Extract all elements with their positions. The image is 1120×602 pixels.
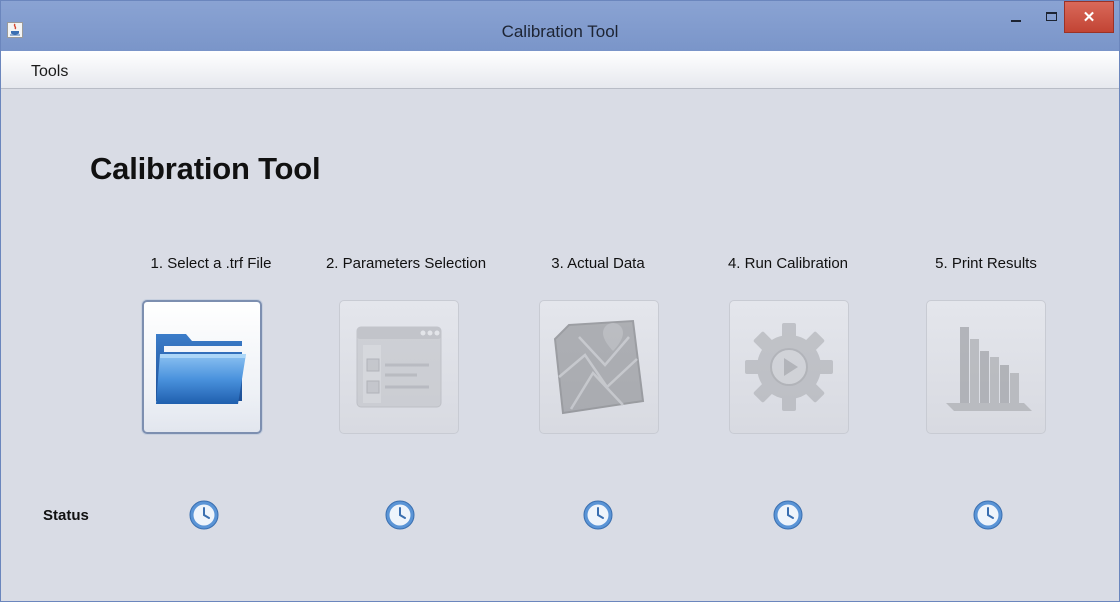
step-4-label: 4. Run Calibration — [727, 255, 849, 272]
step-4-status-clock-icon — [773, 500, 803, 530]
menu-bar: Tools — [1, 51, 1119, 89]
step-3-status-clock-icon — [583, 500, 613, 530]
close-icon: ✕ — [1082, 9, 1096, 26]
actual-data-button[interactable] — [539, 300, 659, 434]
step-3-label: 3. Actual Data — [551, 255, 645, 272]
maximize-button[interactable] — [1035, 1, 1067, 31]
step-2-label: 2. Parameters Selection — [325, 255, 487, 272]
parameters-form-icon — [356, 326, 442, 408]
main-panel: Calibration Tool 1. Select a .trf File 2… — [1, 89, 1119, 601]
folder-icon — [156, 334, 246, 404]
minimize-button[interactable] — [999, 1, 1033, 31]
step-5-status-clock-icon — [973, 500, 1003, 530]
minimize-icon — [1011, 20, 1021, 22]
app-window: Calibration Tool ✕ Tools Calibration Too… — [0, 0, 1120, 602]
gear-play-icon — [745, 323, 833, 411]
step-2-status-clock-icon — [385, 500, 415, 530]
close-button[interactable]: ✕ — [1064, 1, 1114, 33]
window-title: Calibration Tool — [501, 22, 619, 41]
step-1-label: 1. Select a .trf File — [150, 255, 272, 272]
map-icon — [553, 319, 645, 415]
bar-chart-icon — [946, 327, 1032, 411]
status-label: Status — [43, 507, 89, 524]
maximize-icon — [1045, 11, 1057, 21]
page-title: Calibration Tool — [90, 151, 321, 186]
step-5-label: 5. Print Results — [935, 255, 1037, 272]
run-calibration-button[interactable] — [729, 300, 849, 434]
print-results-button[interactable] — [926, 300, 1046, 434]
title-bar[interactable]: Calibration Tool ✕ — [1, 1, 1119, 51]
menu-item-tools[interactable]: Tools — [31, 63, 68, 81]
select-trf-file-button[interactable] — [142, 300, 262, 434]
parameters-selection-button[interactable] — [339, 300, 459, 434]
step-1-status-clock-icon — [189, 500, 219, 530]
